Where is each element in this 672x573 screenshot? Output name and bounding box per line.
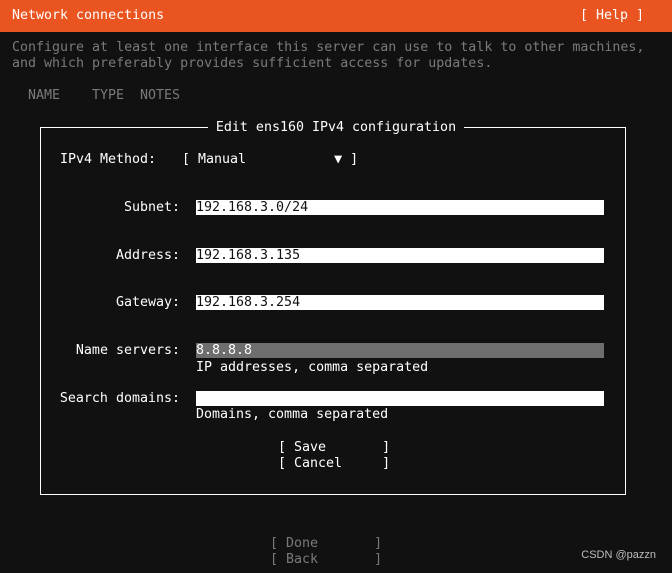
address-input[interactable]: 192.168.3.135	[196, 248, 604, 263]
intro-line-2: and which preferably provides sufficient…	[12, 56, 493, 71]
dialog-title: Edit ens160 IPv4 configuration	[207, 120, 465, 135]
save-button[interactable]: [ Save ]	[278, 440, 390, 456]
intro-line-1: Configure at least one interface this se…	[12, 40, 645, 55]
column-notes: NOTES	[140, 88, 181, 103]
column-type: TYPE	[92, 88, 125, 103]
help-button[interactable]: [ Help ]	[580, 8, 644, 24]
ipv4-method-label: IPv4 Method:	[60, 152, 157, 167]
done-button[interactable]: [ Done ]	[270, 536, 382, 552]
name-servers-input[interactable]: 8.8.8.8	[196, 343, 604, 358]
back-button[interactable]: [ Back ]	[270, 552, 382, 568]
gateway-input[interactable]: 192.168.3.254	[196, 295, 604, 310]
address-label: Address:	[115, 248, 180, 263]
page-title: Network connections	[12, 8, 165, 23]
name-servers-label: Name servers:	[75, 343, 180, 358]
column-name: NAME	[28, 88, 61, 103]
cancel-button[interactable]: [ Cancel ]	[278, 456, 390, 472]
watermark: CSDN @pazzn	[581, 549, 656, 561]
search-domains-label: Search domains:	[59, 391, 180, 406]
search-domains-hint: Domains, comma separated	[196, 407, 389, 422]
gateway-label: Gateway:	[115, 295, 180, 310]
subnet-label: Subnet:	[123, 200, 180, 215]
subnet-input[interactable]: 192.168.3.0/24	[196, 200, 604, 215]
name-servers-hint: IP addresses, comma separated	[196, 360, 429, 375]
title-bar: Network connections [ Help ]	[0, 0, 672, 32]
search-domains-input[interactable]	[196, 391, 604, 406]
ipv4-method-select[interactable]: [ Manual ▼ ]	[182, 152, 358, 168]
